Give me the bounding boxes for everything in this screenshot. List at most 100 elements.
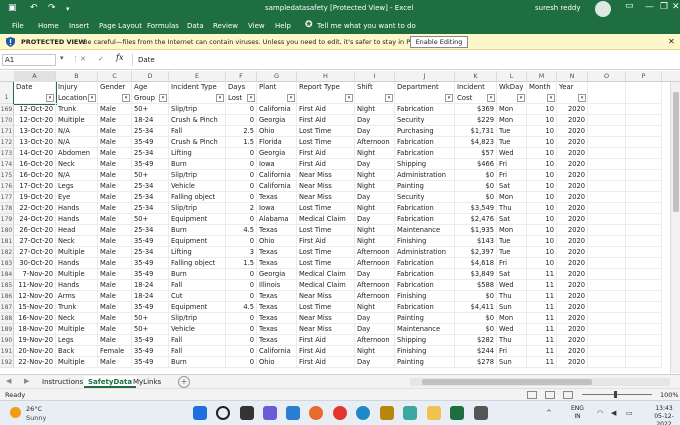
tell-me-search[interactable]: Tell me what you want to do xyxy=(317,22,416,30)
column-header[interactable]: L xyxy=(497,71,527,82)
empty-cell[interactable] xyxy=(626,302,662,313)
table-cell[interactable]: 35-49 xyxy=(132,159,169,170)
table-cell[interactable]: Afternoon xyxy=(355,291,395,302)
filter-dropdown-icon[interactable]: ▾ xyxy=(159,94,167,102)
table-cell[interactable]: 0 xyxy=(226,335,257,346)
row-number[interactable]: 188 xyxy=(0,313,14,324)
table-cell[interactable]: Male xyxy=(98,214,132,225)
user-name[interactable]: suresh reddy xyxy=(535,4,580,12)
table-cell[interactable]: Sat xyxy=(497,269,527,280)
table-cell[interactable]: 35-49 xyxy=(132,269,169,280)
row-number[interactable]: 191 xyxy=(0,346,14,357)
table-cell[interactable]: 2020 xyxy=(557,203,588,214)
weather-condition[interactable]: Sunny xyxy=(26,414,46,422)
table-cell[interactable]: 2020 xyxy=(557,170,588,181)
table-cell[interactable]: Fabrication xyxy=(395,258,455,269)
table-cell[interactable]: 2020 xyxy=(557,104,588,115)
table-cell[interactable]: 27-Oct-20 xyxy=(14,236,56,247)
empty-cell[interactable] xyxy=(588,313,626,324)
empty-cell[interactable] xyxy=(588,280,626,291)
table-cell[interactable]: 12-Nov-20 xyxy=(14,291,56,302)
table-cell[interactable]: Falling object xyxy=(169,192,226,203)
table-cell[interactable]: 12-Oct-20 xyxy=(14,104,56,115)
empty-cell[interactable] xyxy=(626,357,662,368)
column-header[interactable]: H xyxy=(297,71,355,82)
table-cell[interactable]: Slip/trip xyxy=(169,170,226,181)
table-cell[interactable]: 2020 xyxy=(557,126,588,137)
empty-cell[interactable] xyxy=(588,335,626,346)
table-cell[interactable]: Falling object xyxy=(169,258,226,269)
table-cell[interactable]: Arms xyxy=(56,291,98,302)
table-cell[interactable]: 10 xyxy=(527,115,557,126)
table-cell[interactable]: Afternoon xyxy=(355,258,395,269)
table-cell[interactable]: Male xyxy=(98,247,132,258)
empty-cell[interactable] xyxy=(588,148,626,159)
table-cell[interactable]: Night xyxy=(355,302,395,313)
table-cell[interactable]: Georgia xyxy=(257,269,297,280)
table-cell[interactable]: Lost Time xyxy=(297,225,355,236)
table-cell[interactable]: Day xyxy=(355,324,395,335)
table-cell[interactable]: Texas xyxy=(257,258,297,269)
table-cell[interactable]: Afternoon xyxy=(355,280,395,291)
table-cell[interactable]: 50+ xyxy=(132,313,169,324)
column-header[interactable]: F xyxy=(226,71,257,82)
table-cell[interactable]: $143 xyxy=(455,236,497,247)
row-number[interactable]: 192 xyxy=(0,357,14,368)
row-number[interactable]: 170 xyxy=(0,115,14,126)
table-cell[interactable]: Eye xyxy=(56,192,98,203)
empty-cell[interactable] xyxy=(588,181,626,192)
row-number[interactable]: 179 xyxy=(0,214,14,225)
table-cell[interactable]: Male xyxy=(98,115,132,126)
table-cell[interactable]: 25-34 xyxy=(132,192,169,203)
table-cell[interactable]: Day xyxy=(355,159,395,170)
table-cell[interactable]: Painting xyxy=(395,313,455,324)
table-cell[interactable]: Trunk xyxy=(56,302,98,313)
table-cell[interactable]: $2,476 xyxy=(455,214,497,225)
redo-icon[interactable]: ↷ xyxy=(48,3,56,13)
table-cell[interactable]: 0 xyxy=(226,236,257,247)
table-cell[interactable]: Painting xyxy=(395,181,455,192)
table-cell[interactable]: Georgia xyxy=(257,115,297,126)
table-cell[interactable]: 10 xyxy=(527,192,557,203)
row-number[interactable]: 182 xyxy=(0,247,14,258)
table-cell[interactable]: Male xyxy=(98,313,132,324)
filter-dropdown-icon[interactable]: ▾ xyxy=(216,94,224,102)
column-header[interactable]: A xyxy=(14,71,56,82)
table-cell[interactable]: Male xyxy=(98,236,132,247)
row-number[interactable]: 181 xyxy=(0,236,14,247)
zoom-slider-knob[interactable] xyxy=(614,391,617,398)
table-cell[interactable]: Medical Claim xyxy=(297,214,355,225)
empty-cell[interactable] xyxy=(588,137,626,148)
table-cell[interactable]: Night xyxy=(355,225,395,236)
table-cell[interactable]: 2020 xyxy=(557,159,588,170)
table-cell[interactable]: 26-Oct-20 xyxy=(14,225,56,236)
table-cell[interactable]: Mon xyxy=(497,115,527,126)
table-cell[interactable]: Texas xyxy=(257,324,297,335)
table-cell[interactable]: Wed xyxy=(497,280,527,291)
table-cell[interactable]: Lost Time xyxy=(297,126,355,137)
table-cell[interactable]: Multiple xyxy=(56,357,98,368)
filter-dropdown-icon[interactable]: ▾ xyxy=(345,94,353,102)
table-cell[interactable]: California xyxy=(257,104,297,115)
table-cell[interactable]: 10 xyxy=(527,258,557,269)
table-cell[interactable]: 10 xyxy=(527,203,557,214)
table-cell[interactable]: $0 xyxy=(455,181,497,192)
empty-cell[interactable] xyxy=(588,203,626,214)
empty-cell[interactable] xyxy=(588,225,626,236)
table-cell[interactable]: Male xyxy=(98,335,132,346)
sun-icon[interactable] xyxy=(10,407,21,418)
page-layout-view-icon[interactable] xyxy=(545,391,555,399)
table-cell[interactable]: Lost Time xyxy=(297,137,355,148)
table-cell[interactable]: 22-Nov-20 xyxy=(14,357,56,368)
enable-editing-button[interactable]: Enable Editing xyxy=(410,36,468,48)
table-cell[interactable]: 2020 xyxy=(557,115,588,126)
sheet-tab-mylinks[interactable]: MyLinks xyxy=(129,376,165,388)
table-cell[interactable]: $369 xyxy=(455,104,497,115)
row-number[interactable]: 1 xyxy=(0,82,14,104)
table-cell[interactable]: Night xyxy=(355,346,395,357)
tab-data[interactable]: Data xyxy=(187,22,204,30)
table-cell[interactable]: Night xyxy=(355,148,395,159)
table-cell[interactable]: 0 xyxy=(226,148,257,159)
avatar[interactable] xyxy=(595,1,611,17)
row-number[interactable]: 173 xyxy=(0,148,14,159)
